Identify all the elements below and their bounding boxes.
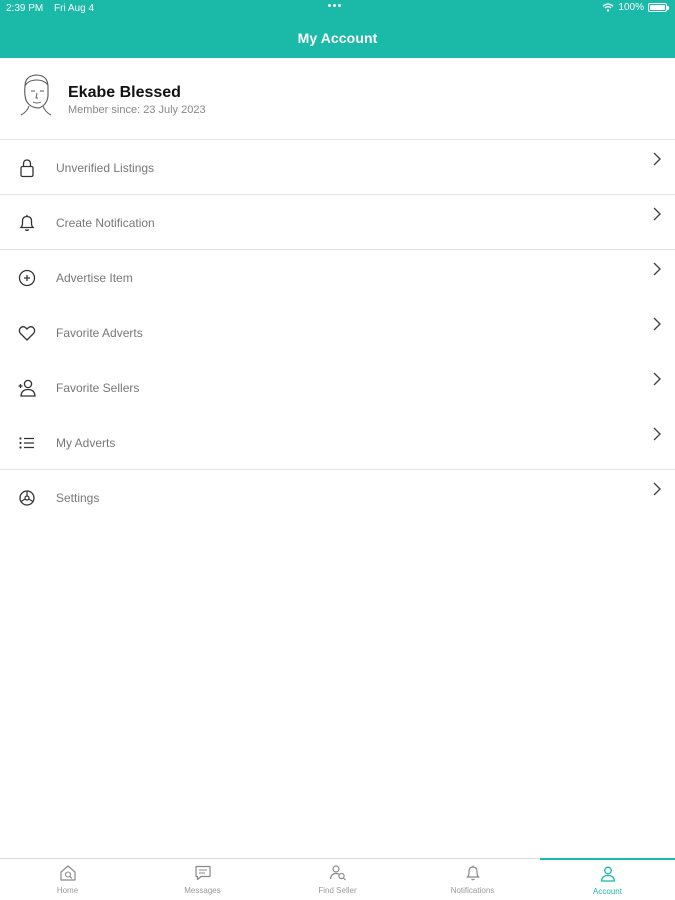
heart-icon xyxy=(18,326,36,341)
menu-item-advertise-item[interactable]: Advertise Item xyxy=(0,250,675,305)
menu-item-favorite-adverts[interactable]: Favorite Adverts xyxy=(0,305,675,360)
menu-item-create-notification[interactable]: Create Notification xyxy=(0,195,675,250)
member-since: Member since: 23 July 2023 xyxy=(68,104,206,116)
bell-icon xyxy=(19,214,35,232)
chevron-right-icon xyxy=(653,372,661,386)
plus-circle-icon xyxy=(18,269,36,287)
status-date: Fri Aug 4 xyxy=(54,3,95,14)
wifi-icon xyxy=(603,3,614,12)
lock-icon xyxy=(20,159,34,178)
battery-icon xyxy=(648,3,669,12)
list-icon xyxy=(19,437,34,449)
user-icon xyxy=(600,866,615,882)
profile-name: Ekabe Blessed xyxy=(68,84,181,101)
tab-account[interactable]: Account xyxy=(540,858,675,900)
tab-notifications[interactable]: Notifications xyxy=(405,859,540,900)
account-menu: Unverified Listings Create Notification … xyxy=(0,140,675,525)
home-search-icon xyxy=(59,865,76,881)
app-header: 2:39 PM Fri Aug 4 100% My Account xyxy=(0,0,675,58)
tab-label: Account xyxy=(593,887,622,896)
menu-item-label: Favorite Sellers xyxy=(56,381,140,395)
menu-item-label: Favorite Adverts xyxy=(56,326,143,340)
menu-item-label: Advertise Item xyxy=(56,271,133,285)
chevron-right-icon xyxy=(653,262,661,276)
tab-label: Find Seller xyxy=(318,886,357,895)
menu-item-label: Create Notification xyxy=(56,216,155,230)
status-right: 100% xyxy=(602,2,669,13)
tab-home[interactable]: Home xyxy=(0,859,135,900)
multitasking-dots-icon[interactable] xyxy=(328,4,348,10)
tab-label: Home xyxy=(56,886,79,895)
status-time: 2:39 PM xyxy=(6,3,44,14)
chevron-right-icon xyxy=(653,207,661,221)
chevron-right-icon xyxy=(653,317,661,331)
bell-icon xyxy=(465,865,480,881)
find-seller-icon xyxy=(329,865,346,881)
chevron-right-icon xyxy=(653,427,661,441)
page-title: My Account xyxy=(297,30,378,46)
menu-item-my-adverts[interactable]: My Adverts xyxy=(0,415,675,470)
menu-item-unverified-listings[interactable]: Unverified Listings xyxy=(0,140,675,195)
battery-percent: 100% xyxy=(618,2,644,13)
tab-bar: Home Messages Find Seller Notifications … xyxy=(0,858,675,900)
chevron-right-icon xyxy=(653,152,661,166)
menu-item-settings[interactable]: Settings xyxy=(0,470,675,525)
tab-find-seller[interactable]: Find Seller xyxy=(270,859,405,900)
tab-messages[interactable]: Messages xyxy=(135,859,270,900)
status-bar: 2:39 PM Fri Aug 4 100% xyxy=(0,0,675,17)
tab-label: Notifications xyxy=(450,886,495,895)
message-icon xyxy=(194,865,211,881)
menu-item-favorite-sellers[interactable]: Favorite Sellers xyxy=(0,360,675,415)
avatar xyxy=(20,74,52,116)
menu-item-label: Settings xyxy=(56,491,100,505)
settings-icon xyxy=(19,490,35,506)
chevron-right-icon xyxy=(653,482,661,496)
profile-card[interactable]: Ekabe Blessed Member since: 23 July 2023 xyxy=(0,58,675,140)
tab-label: Messages xyxy=(184,886,221,895)
menu-item-label: My Adverts xyxy=(56,436,116,450)
user-plus-icon xyxy=(18,379,36,397)
menu-item-label: Unverified Listings xyxy=(56,161,155,175)
